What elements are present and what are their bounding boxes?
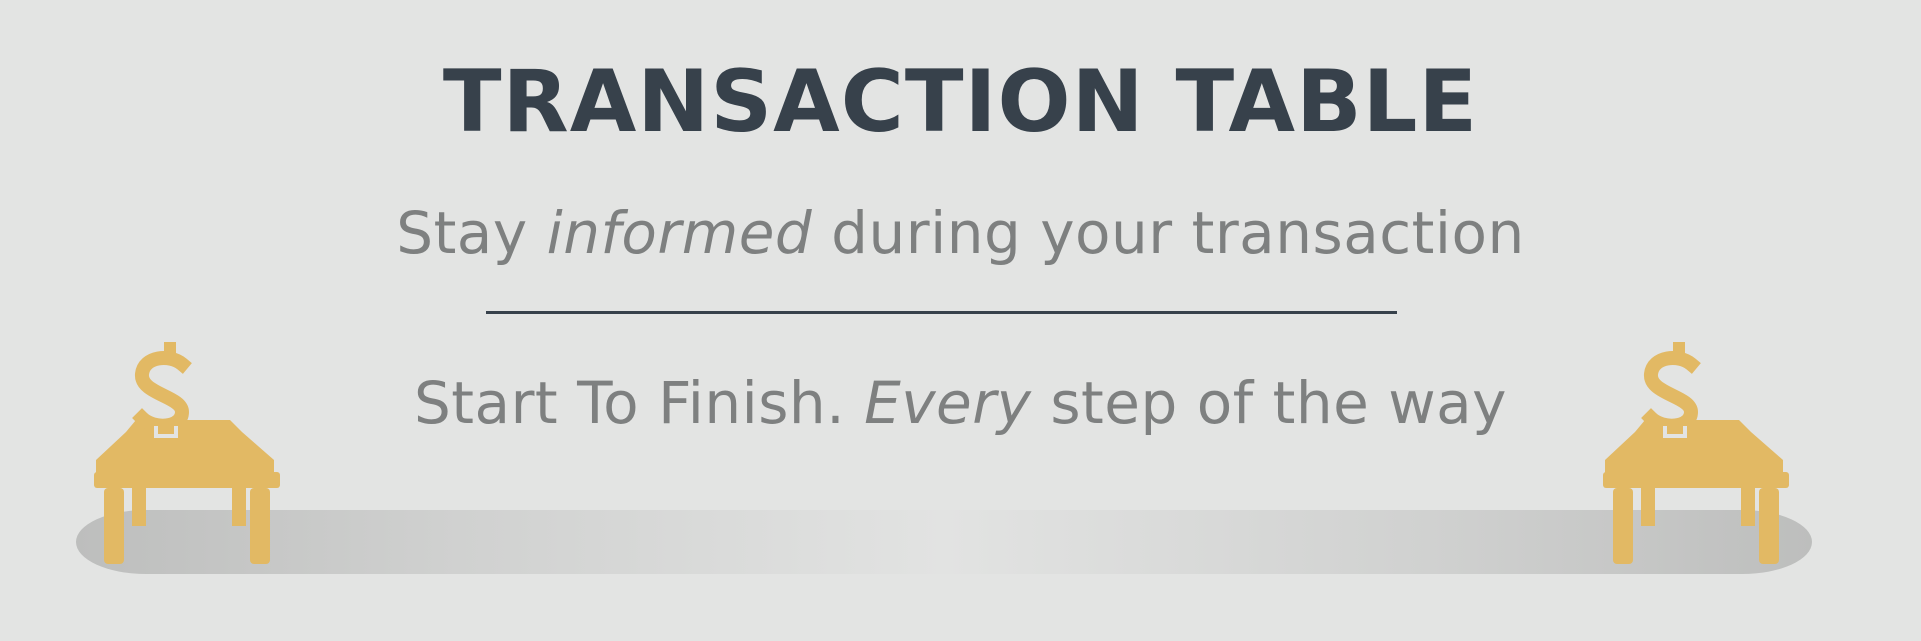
subtitle: Stay informed during your transaction bbox=[0, 198, 1921, 268]
divider bbox=[486, 311, 1397, 314]
subtitle-text-end: during your transaction bbox=[812, 199, 1525, 267]
subtitle-emphasis: informed bbox=[546, 199, 813, 267]
tagline-text-start: Start To Finish. bbox=[413, 369, 865, 437]
money-table-icon bbox=[1603, 342, 1789, 564]
ground-shadow bbox=[76, 510, 1812, 574]
page-title: TRANSACTION TABLE bbox=[442, 52, 1479, 152]
tagline-text-end: step of the way bbox=[1031, 369, 1508, 437]
subtitle-text-start: Stay bbox=[396, 199, 547, 267]
tagline-emphasis: Every bbox=[864, 369, 1032, 437]
money-table-icon bbox=[94, 342, 280, 564]
